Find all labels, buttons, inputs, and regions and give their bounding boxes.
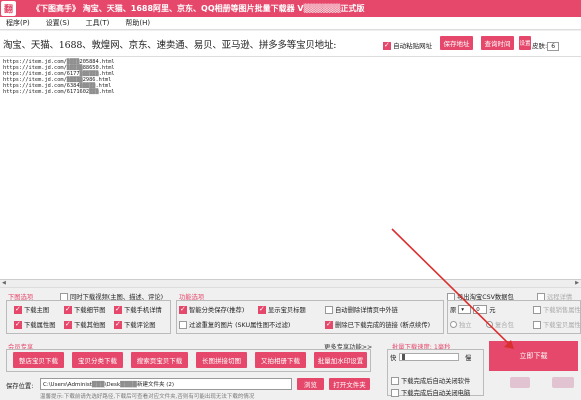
option-label: 下载其他图 (74, 322, 106, 329)
check-icon (179, 305, 187, 314)
dl-review-image-checkbox[interactable]: 下载评论图 (114, 320, 155, 329)
window-title: 《下图高手》 淘宝、天猫、1688阿里、京东、QQ相册等图片批量下载器 V▒▒▒… (32, 4, 365, 13)
menu-bar: 程序(P) 设置(S) 工具(T) 帮助(H) (0, 17, 581, 30)
long-image-button[interactable]: 长图拼接切图 (196, 352, 247, 368)
fast-label: 快 (390, 355, 397, 362)
url-prompt-label: 淘宝、天猫、1688、敦煌网、京东、速卖通、易贝、亚马逊、拼多多等宝贝地址: (3, 40, 337, 51)
checkbox-icon (533, 320, 541, 329)
option-label: 下载完成后自动关闭电脑 (401, 390, 471, 397)
blurred-watermark (552, 377, 574, 388)
option-label: 显示宝贝标题 (268, 307, 306, 314)
option-label: 下载宝贝属性 (543, 322, 581, 329)
browse-button[interactable]: 浏览 (297, 378, 324, 390)
dl-attr-image-checkbox[interactable]: 下载属性图 (14, 320, 55, 329)
filter-duplicates-checkbox[interactable]: 过滤重复的图片 (SKU属性图不过滤) (179, 320, 290, 329)
url-line: https://item.jd.com/6171602▒▒▒.html (3, 89, 115, 95)
checkbox-icon (533, 305, 541, 314)
slider-thumb[interactable] (402, 354, 405, 360)
auto-paste-label: 自动粘贴网址 (393, 42, 433, 50)
check-icon (325, 320, 333, 329)
url-textarea[interactable]: https://item.jd.com/▒▒▒▒205884.html http… (0, 57, 581, 280)
radio-icon (486, 321, 493, 328)
delete-done-links-checkbox[interactable]: 删除已下载完成的链接 (断点续传) (325, 320, 430, 329)
checkbox-icon (391, 388, 399, 397)
price-unit: 元 (489, 307, 496, 314)
auto-paste-checkbox[interactable]: 自动粘贴网址 (383, 40, 432, 50)
option-label: 下载细节图 (74, 307, 106, 314)
check-icon (258, 305, 266, 314)
option-label: 复合包 (495, 322, 514, 329)
settings-button[interactable]: 设置 (519, 36, 531, 50)
dl-mobile-detail-checkbox[interactable]: 下载手机详情 (114, 305, 162, 314)
app-logo-icon: 翻 (1, 1, 16, 16)
option-label: 删除已下载完成的链接 (断点续传) (335, 322, 431, 329)
category-download-button[interactable]: 宝贝分类下载 (72, 352, 123, 368)
show-title-checkbox[interactable]: 显示宝贝标题 (258, 305, 306, 314)
check-icon (64, 320, 72, 329)
skin-label: 皮肤: (532, 42, 548, 50)
watermark-button[interactable]: 批量加水印设置 (314, 352, 367, 368)
checkbox-icon (179, 320, 187, 329)
price-adjust: 原 ▾ 0 元 (450, 305, 496, 314)
radio-icon (450, 321, 457, 328)
check-icon (383, 41, 391, 50)
independent-radio[interactable]: 独立 (450, 320, 472, 329)
option-label: 下载属性图 (24, 322, 56, 329)
price-label: 原 (450, 307, 457, 314)
dl-item-attr-checkbox[interactable]: 下载宝贝属性 (533, 320, 581, 329)
open-folder-button[interactable]: 打开文件夹 (329, 378, 370, 390)
scroll-left-icon[interactable]: ◀ (2, 280, 6, 286)
option-label: 下载评论图 (124, 322, 156, 329)
check-icon (14, 320, 22, 329)
save-location-label: 保存位置: (6, 383, 34, 390)
option-label: 下载完成后自动关闭软件 (401, 378, 471, 385)
blurred-watermark (510, 377, 530, 388)
save-address-button[interactable]: 保存地址 (440, 36, 473, 50)
shop-download-button[interactable]: 整店宝贝下载 (13, 352, 64, 368)
menu-tools[interactable]: 工具(T) (86, 18, 110, 28)
menu-help[interactable]: 帮助(H) (125, 18, 150, 28)
start-download-button[interactable]: 立即下载 (489, 341, 578, 371)
remove-links-checkbox[interactable]: 自动删除详情页中外链 (325, 305, 398, 314)
close-pc-checkbox[interactable]: 下载完成后自动关闭电脑 (391, 388, 470, 397)
skin-value[interactable]: 6 (547, 41, 560, 51)
menu-program[interactable]: 程序(P) (6, 18, 30, 28)
option-label: 过滤重复的图片 (SKU属性图不过滤) (189, 322, 291, 329)
option-label: 独立 (459, 322, 472, 329)
close-software-checkbox[interactable]: 下载完成后自动关闭软件 (391, 376, 470, 385)
check-icon (114, 320, 122, 329)
check-icon (64, 305, 72, 314)
url-bar: 淘宝、天猫、1688、敦煌网、京东、速卖通、易贝、亚马逊、拼多多等宝贝地址: 自… (0, 31, 581, 57)
dl-sales-attr-checkbox[interactable]: 下载销售属性 (533, 305, 581, 314)
price-select[interactable]: ▾ (458, 305, 472, 314)
save-path-input[interactable]: C:\Users\Administ▒▒▒\Desk▒▒▒▒新建文件夹 (2) (40, 378, 292, 390)
composite-radio[interactable]: 复合包 (486, 320, 514, 329)
skin-selector[interactable]: 皮肤: 6 (532, 40, 560, 51)
query-time-button[interactable]: 查询时间 (481, 36, 514, 50)
speed-slider[interactable] (399, 353, 459, 361)
menu-settings[interactable]: 设置(S) (46, 18, 70, 28)
option-label: 自动删除详情页中外链 (335, 307, 398, 314)
title-bar: 翻 《下图高手》 淘宝、天猫、1688阿里、京东、QQ相册等图片批量下载器 V▒… (0, 0, 581, 17)
smart-save-checkbox[interactable]: 智能分类保存(推荐) (179, 305, 244, 314)
dl-main-image-checkbox[interactable]: 下载主图 (14, 305, 49, 314)
check-icon (114, 305, 122, 314)
checkbox-icon (391, 376, 399, 385)
check-icon (14, 305, 22, 314)
option-label: 智能分类保存(推荐) (189, 307, 245, 314)
checkbox-icon (325, 305, 333, 314)
scroll-right-icon[interactable]: ▶ (575, 280, 579, 286)
price-input[interactable]: 0 (473, 305, 488, 314)
search-download-button[interactable]: 搜索页宝贝下载 (131, 352, 188, 368)
youpai-download-button[interactable]: 又拍相册下载 (255, 352, 306, 368)
option-label: 下载手机详情 (124, 307, 162, 314)
horizontal-scrollbar[interactable]: ◀ ▶ (0, 280, 581, 288)
option-label: 下载主图 (24, 307, 50, 314)
dl-other-image-checkbox[interactable]: 下载其他图 (64, 320, 105, 329)
slow-label: 慢 (465, 355, 472, 362)
tip-text: 温馨提示:下载前请先选好路径,下载后可查看对应文件夹,否则有可能出现无法下载的情… (40, 394, 255, 400)
dl-detail-image-checkbox[interactable]: 下载细节图 (64, 305, 105, 314)
option-label: 下载销售属性 (543, 307, 581, 314)
